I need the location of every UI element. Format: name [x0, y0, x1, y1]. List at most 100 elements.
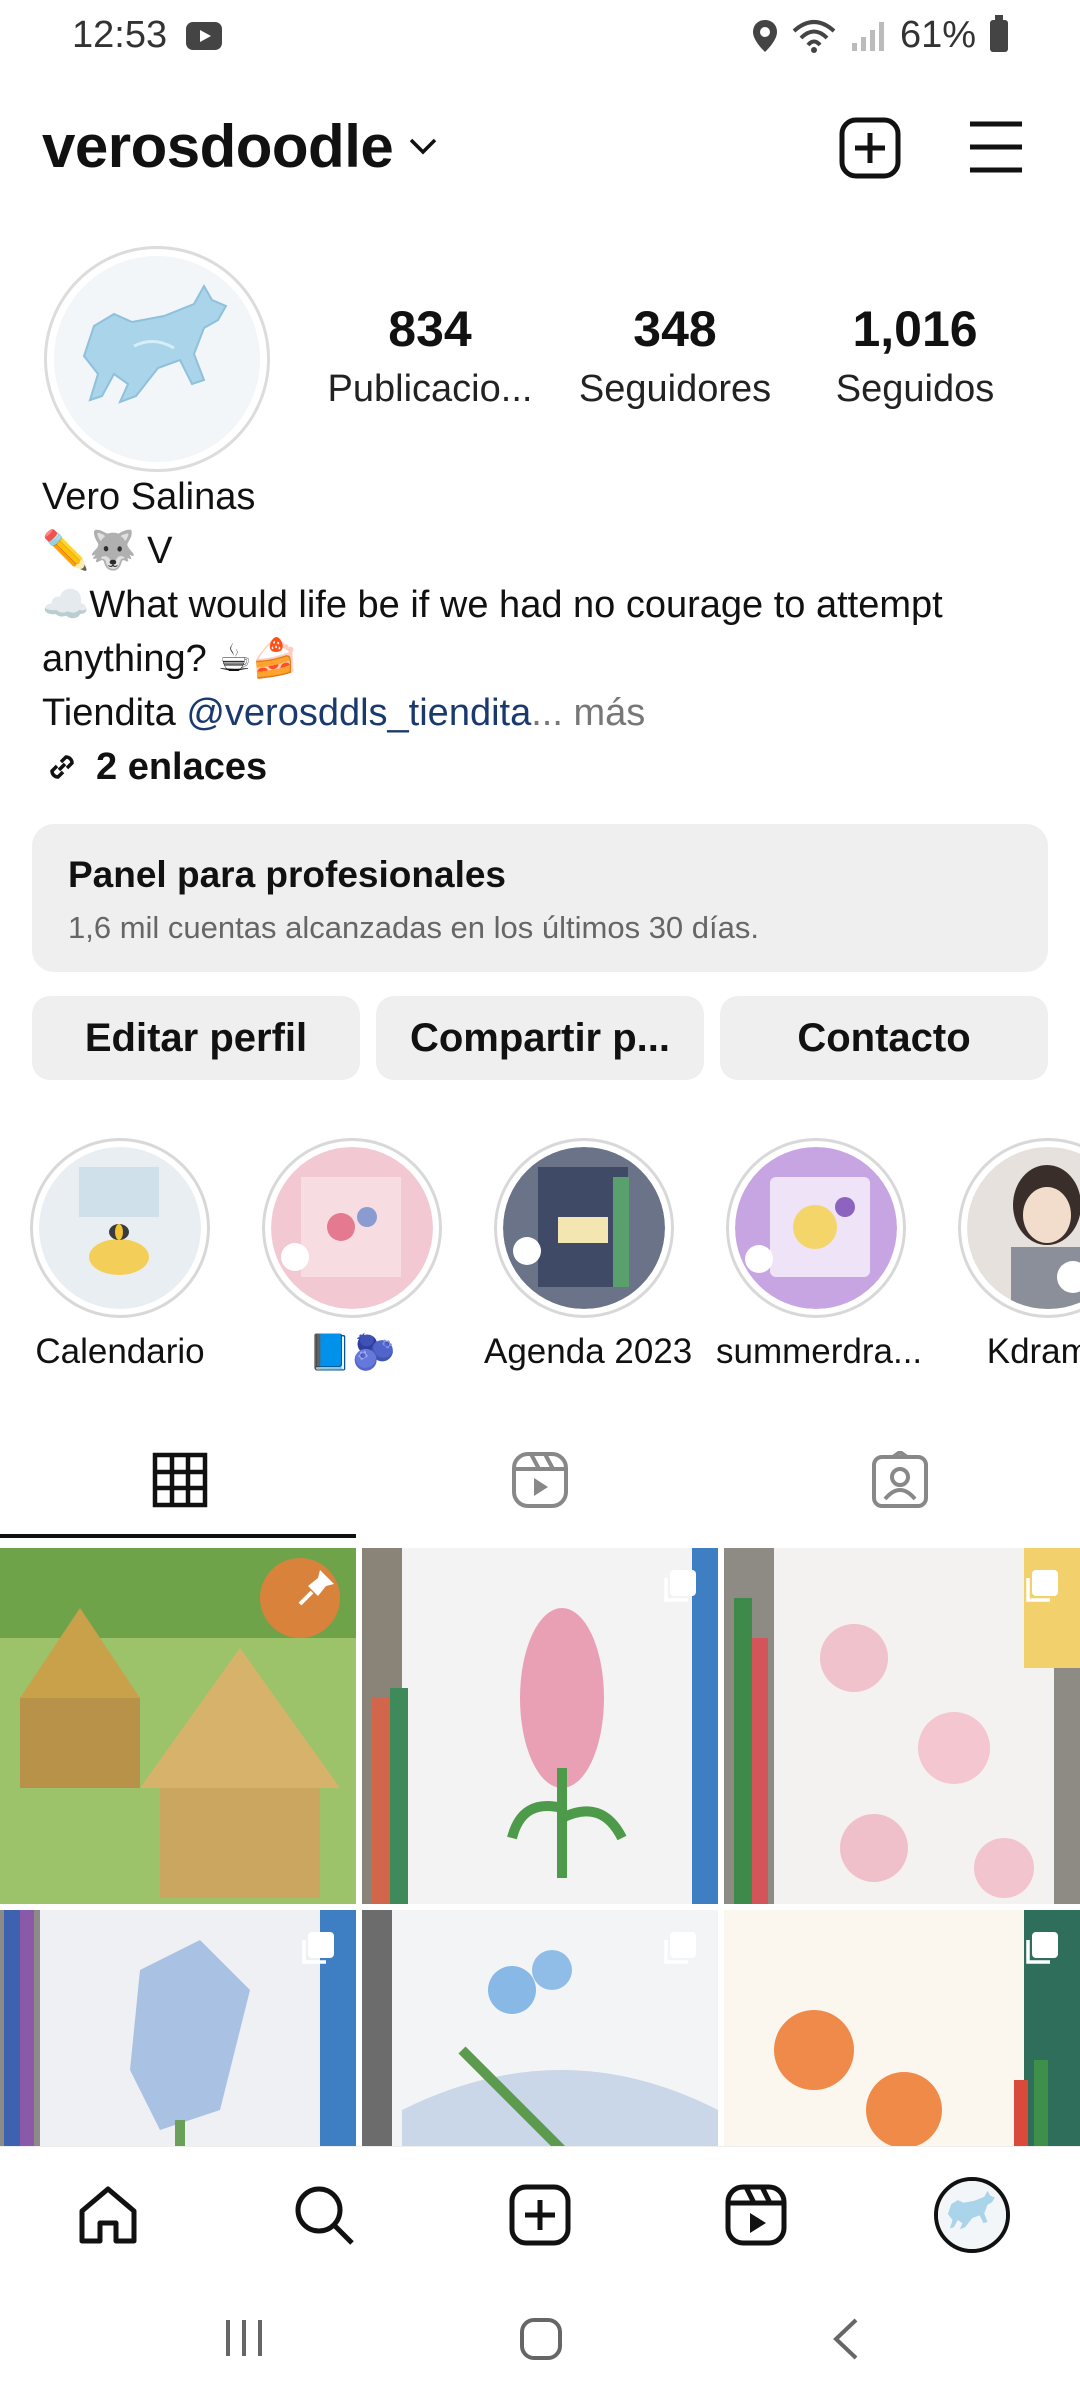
link-icon [50, 755, 74, 779]
highlight-ring [30, 1138, 210, 1318]
profile-stats: 834 Publicacio... 348 Seguidores 1,016 S… [310, 300, 1030, 411]
carousel-icon [664, 1570, 696, 1602]
panel-title: Panel para profesionales [68, 854, 507, 895]
carousel-icon [664, 1932, 696, 1964]
youtube-notification-icon [186, 22, 222, 50]
bio-line: ☁️What would life be if we had no courag… [42, 584, 943, 626]
battery-icon [990, 14, 1008, 52]
mention-link[interactable]: @verosddls_tiendita [186, 692, 531, 734]
highlight-label: Calendario [35, 1332, 205, 1371]
edit-profile-button[interactable]: Editar perfil [32, 996, 360, 1080]
bottom-navigation [0, 2146, 1080, 2276]
profile-tabs [0, 1420, 1080, 1540]
status-right: 61% [752, 14, 1008, 57]
recent-apps-icon[interactable] [222, 2316, 266, 2360]
create-post-icon[interactable] [838, 116, 902, 180]
nav-home[interactable] [68, 2175, 148, 2255]
chevron-down-icon[interactable] [408, 136, 438, 156]
wolf-drawing-icon [54, 256, 260, 462]
profile-bio: Vero Salinas ✏️🐺 V ☁️What would life be … [42, 470, 1042, 794]
highlight-item[interactable]: summerdra... [716, 1138, 923, 1372]
bio-line-tiendita: Tiendita @verosddls_tiendita... más [42, 686, 1042, 740]
highlight-cover [967, 1147, 1080, 1309]
profile-header: verosdoodle [0, 100, 1080, 200]
highlight-item[interactable]: Calendario [20, 1138, 220, 1372]
highlight-cover [503, 1147, 665, 1309]
reels-icon [512, 1452, 568, 1508]
search-icon [295, 2186, 354, 2245]
story-highlights: Calendario 📘🫐 Agenda 2023 summerdra... K… [0, 1138, 1080, 1378]
following-stat[interactable]: 1,016 Seguidos [800, 300, 1030, 411]
following-label: Seguidos [835, 368, 995, 410]
profile-avatar[interactable] [44, 246, 270, 472]
highlight-item[interactable]: Agenda 2023 [484, 1138, 693, 1372]
panel-subtitle: 1,6 mil cuentas alcanzadas en los último… [68, 910, 759, 945]
highlight-label: 📘🫐 [308, 1333, 396, 1372]
highlight-ring [262, 1138, 442, 1318]
tab-reels[interactable] [360, 1420, 720, 1540]
posts-stat[interactable]: 834 Publicacio... [310, 300, 550, 411]
nav-create[interactable] [500, 2175, 580, 2255]
tagged-icon [872, 1451, 928, 1508]
pin-icon [298, 1570, 334, 1606]
highlight-item[interactable]: Kdrama [948, 1138, 1080, 1372]
system-navigation [0, 2276, 1080, 2400]
post-thumbnail[interactable] [724, 1910, 1080, 2148]
add-icon [509, 2184, 571, 2246]
posts-grid [0, 1548, 1080, 2148]
post-thumbnail[interactable] [362, 1910, 718, 2148]
followers-label: Seguidores [578, 368, 772, 410]
battery-percent: 61% [899, 14, 976, 56]
signal-icon [851, 21, 884, 51]
links-label: 2 enlaces [96, 746, 268, 788]
post-thumbnail[interactable] [362, 1548, 718, 1904]
links-button[interactable]: 2 enlaces [42, 740, 1042, 794]
location-icon [752, 19, 777, 52]
more-link[interactable]: más [563, 692, 645, 734]
carousel-icon [1026, 1570, 1058, 1602]
highlight-item[interactable]: 📘🫐 [252, 1138, 452, 1373]
home-icon [79, 2186, 137, 2244]
home-button-icon[interactable] [518, 2316, 564, 2362]
highlight-ring [958, 1138, 1080, 1318]
highlight-label: Kdrama [986, 1332, 1080, 1371]
tab-posts-grid[interactable] [0, 1420, 360, 1540]
back-icon[interactable] [826, 2316, 866, 2362]
followers-stat[interactable]: 348 Seguidores [550, 300, 800, 411]
post-thumbnail[interactable] [724, 1548, 1080, 1904]
highlight-ring [494, 1138, 674, 1318]
tab-tagged[interactable] [720, 1420, 1080, 1540]
username-switcher[interactable]: verosdoodle [42, 112, 394, 181]
posts-count: 834 [388, 301, 472, 357]
highlight-cover [735, 1147, 897, 1309]
wifi-icon [792, 19, 836, 53]
highlight-cover [39, 1147, 201, 1309]
professional-dashboard[interactable]: Panel para profesionales 1,6 mil cuentas… [32, 824, 1048, 972]
profile-actions: Editar perfil Compartir p... Contacto [32, 996, 1048, 1080]
active-tab-indicator [0, 1534, 356, 1538]
grid-icon [152, 1452, 208, 1508]
status-bar: 12:53 61% [0, 0, 1080, 80]
nav-search[interactable] [284, 2175, 364, 2255]
carousel-icon [1026, 1932, 1058, 1964]
menu-icon[interactable] [968, 120, 1024, 174]
highlight-label: summerdra... [716, 1332, 923, 1371]
post-thumbnail[interactable] [0, 1548, 356, 1904]
bio-line: anything? ☕🍰 [42, 638, 299, 680]
avatar [934, 2177, 1010, 2253]
display-name: Vero Salinas [42, 476, 256, 518]
post-thumbnail[interactable] [0, 1910, 356, 2148]
bio-ellipsis: ... [531, 692, 563, 734]
highlight-label: Agenda 2023 [484, 1332, 693, 1371]
following-count: 1,016 [852, 301, 978, 357]
bio-text: Tiendita [42, 692, 187, 734]
nav-profile[interactable] [932, 2175, 1012, 2255]
posts-label: Publicacio... [327, 368, 533, 410]
avatar [54, 256, 260, 462]
carousel-icon [302, 1932, 334, 1964]
followers-count: 348 [633, 301, 717, 357]
status-time: 12:53 [72, 14, 168, 56]
contact-button[interactable]: Contacto [720, 996, 1048, 1080]
nav-reels[interactable] [716, 2175, 796, 2255]
share-profile-button[interactable]: Compartir p... [376, 996, 704, 1080]
